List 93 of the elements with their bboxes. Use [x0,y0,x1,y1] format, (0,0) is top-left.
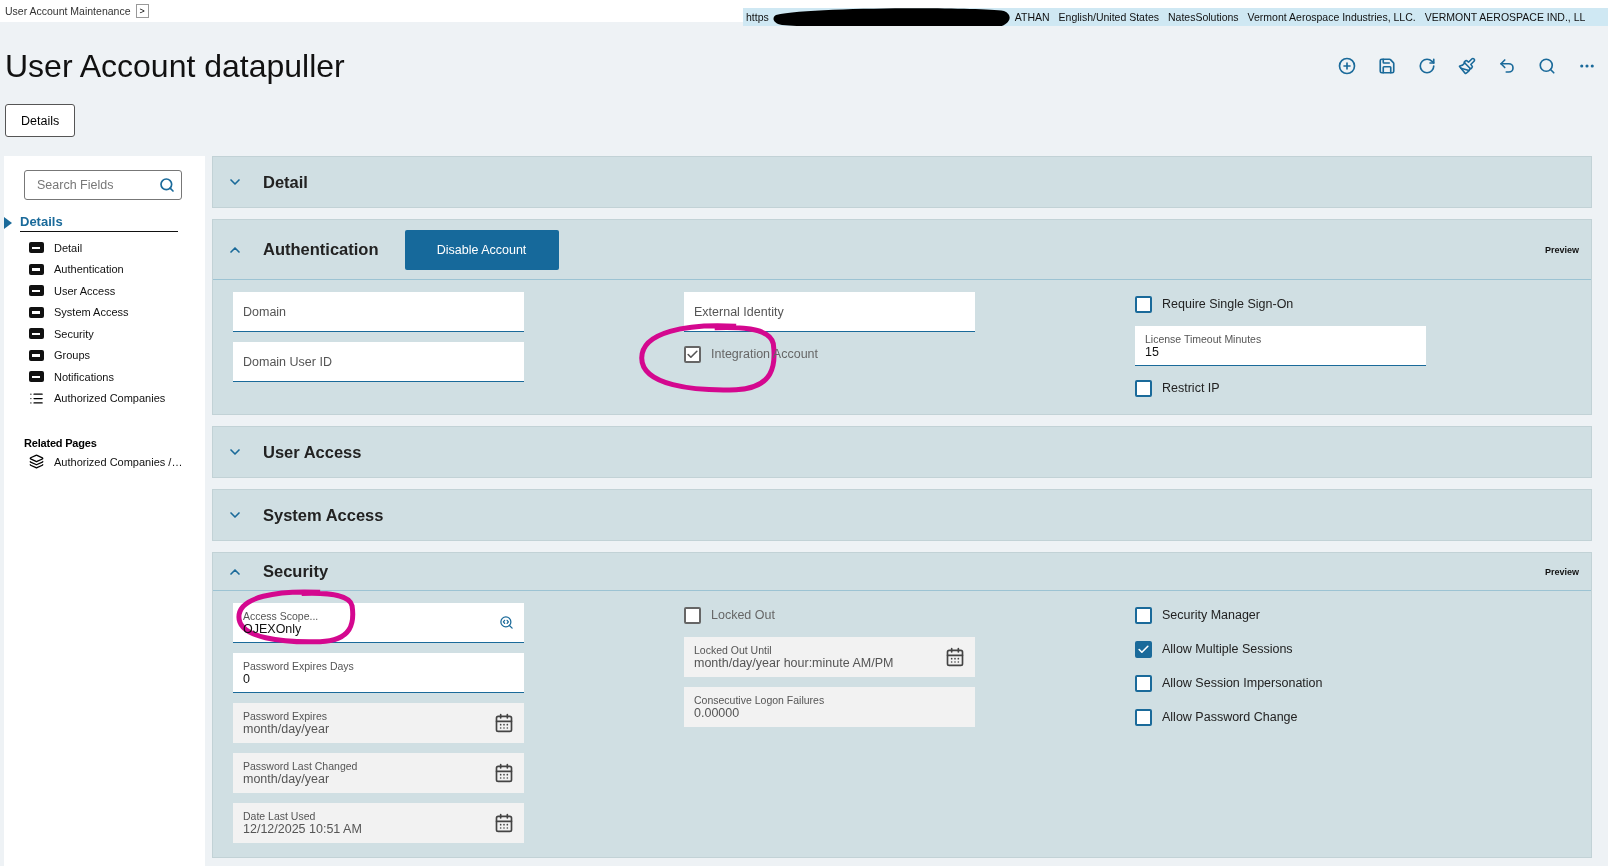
calendar-icon[interactable] [494,763,514,783]
expand-icon[interactable] [4,217,12,229]
search-box[interactable]: Search Fields [24,170,182,200]
header-info: VERMONT AEROSPACE IND., LL [1424,11,1586,23]
input-field[interactable]: Consecutive Logon Failures 0.00000 [684,687,975,727]
calendar-icon[interactable] [494,713,514,733]
save-icon[interactable] [1376,55,1398,77]
checkbox-label: Allow Password Change [1162,710,1298,724]
field-value: 0.00000 [694,706,741,720]
field-label: Password Last Changed [243,760,358,772]
field-label: Access Scope... [243,609,319,622]
checkbox-label: Require Single Sign-On [1162,297,1294,311]
search-field[interactable]: Search Fields [35,177,145,193]
calendar-icon[interactable] [494,813,514,833]
field-label: Password Expires Days [243,659,354,672]
nav-item[interactable]: Detail [54,241,83,254]
brush-icon[interactable] [1456,55,1478,77]
related-link[interactable]: Authorized Companies /… [54,455,183,468]
checkbox[interactable] [1135,708,1152,726]
field-label: Consecutive Logon Failures [694,694,825,706]
related-title: Related Pages [24,437,98,449]
breadcrumb-button[interactable]: > [135,4,149,18]
list-icon [29,390,44,406]
check-icon [1137,642,1150,656]
field-value: 12/12/2025 10:51 AM [243,822,362,836]
section-title[interactable]: Detail [263,172,308,192]
nav-item[interactable]: Authorized Companies [54,392,166,405]
field-label: Domain [243,304,287,319]
input-field[interactable]: License Timeout Minutes 15 [1135,326,1426,366]
field-value: 0 [243,671,251,686]
section-title[interactable]: System Access [263,505,384,525]
checkbox-label: Security Manager [1162,608,1260,622]
search-icon[interactable] [159,177,175,193]
nav-item[interactable]: Authentication [54,263,124,276]
checkbox-label: Restrict IP [1162,381,1220,395]
page-title: User Account datapuller [5,47,345,85]
section-title[interactable]: Security [263,562,329,581]
field-label: External Identity [694,304,784,319]
header-info: NatesSolutions [1168,11,1239,23]
breadcrumb[interactable]: User Account Maintenance [5,5,131,17]
date-field[interactable]: Password Expires month/day/year [233,703,524,743]
input-field[interactable]: Domain [233,292,524,332]
card-icon [29,328,44,340]
header-info: English/United States [1058,11,1159,23]
url-text: https [746,11,769,23]
date-field[interactable]: Date Last Used 12/12/2025 10:51 AM [233,803,524,843]
field-label: Date Last Used [243,810,317,822]
field-label: Locked Out Until [694,644,773,656]
preview-label: Preview [1544,566,1579,577]
section-title[interactable]: User Access [263,442,362,462]
nav-item[interactable]: Groups [54,349,91,362]
preview-label: Preview [1544,244,1579,255]
field-label: Domain User ID [243,354,332,369]
date-field[interactable]: Password Last Changed month/day/year [233,753,524,793]
card-icon [29,285,44,297]
nav-item[interactable]: Security [54,327,94,340]
checkbox[interactable] [1135,606,1152,624]
checkbox[interactable] [1135,379,1152,397]
field-value: month/day/year hour:minute AM/PM [694,656,894,670]
header-info: Vermont Aerospace Industries, LLC. [1247,11,1416,23]
nav-item[interactable]: System Access [54,306,129,319]
checkbox[interactable] [1135,674,1152,692]
calendar-icon[interactable] [945,647,965,667]
date-field[interactable]: Locked Out Until month/day/year hour:minute AM/PM [684,637,975,677]
checkbox-label: Locked Out [711,608,775,622]
checkbox-label: Allow Session Impersonation [1162,676,1323,690]
pages-icon [29,454,44,470]
field-label: License Timeout Minutes [1145,332,1262,345]
disable-button[interactable]: Disable Account [404,229,559,270]
input-field[interactable]: External Identity [684,292,975,332]
add-icon[interactable] [1336,55,1358,77]
nav-item[interactable]: User Access [54,284,116,297]
nav-item[interactable]: Notifications [54,370,114,383]
checkbox[interactable] [1135,295,1152,313]
checkbox-label: Allow Multiple Sessions [1162,642,1293,656]
card-icon [29,349,44,361]
input-field[interactable]: Password Expires Days 0 [233,653,524,693]
card-icon [29,242,44,254]
section-title[interactable]: Authentication [263,240,379,259]
field-value: 15 [1145,344,1160,359]
header-info: ATHAN [1014,11,1050,23]
tab[interactable]: Details [5,104,76,137]
check-icon [686,347,699,361]
nav-group[interactable]: Details [20,214,178,232]
field-label: Password Expires [243,710,329,722]
field-value: month/day/year [243,722,330,736]
lookup-icon[interactable] [499,615,514,630]
card-icon [29,263,44,275]
card-icon [29,306,44,318]
card-icon [29,371,44,383]
checkbox[interactable] [1135,640,1152,658]
input-field[interactable]: Domain User ID [233,342,524,382]
field-value: month/day/year [243,772,331,786]
